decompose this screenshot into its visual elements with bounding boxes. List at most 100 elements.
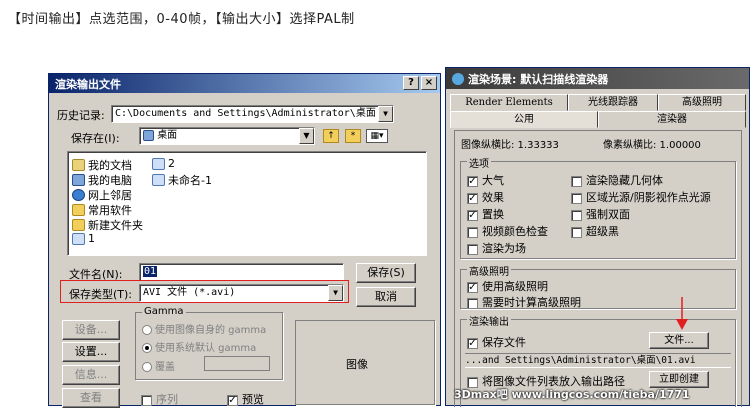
checkbox[interactable] [467,243,478,255]
filename-value: 01 [143,266,158,277]
preview-checkbox[interactable]: ✓ 预览 [227,391,264,407]
displacement-checkbox[interactable]: ✓ 置换 [467,206,504,222]
checkbox[interactable] [571,209,582,221]
checkbox[interactable] [141,394,152,406]
tab-raytracer[interactable]: 光线跟踪器 [568,94,658,111]
cancel-button[interactable]: 取消 [356,287,416,307]
folder-icon [72,219,85,231]
radio-button[interactable] [142,325,152,335]
tab-common[interactable]: 公用 [450,111,598,128]
documents-icon [72,159,85,171]
image-preview-area: 图像 [295,320,435,405]
file-list[interactable]: 我的文档 我的电脑 网上邻居 常用软件 新建文件夹 1 2 未命名-1 [67,151,427,256]
settings-panel: 图像纵横比: 1.33333 像素纵横比: 1.00000 选项 ✓ 大气 渲染隐… [454,130,742,407]
save-button[interactable]: 保存(S) [356,263,416,283]
gamma-override-input[interactable] [204,356,270,371]
file-dialog-titlebar: 渲染输出文件 ? × [49,74,440,93]
network-icon [72,189,85,201]
chevron-down-icon[interactable]: ▼ [299,128,314,144]
filetype-select[interactable]: AVI 文件 (*.avi) ▼ [139,284,344,302]
video-color-check-checkbox[interactable]: 视频颜色检查 [467,223,548,239]
super-black-checkbox[interactable]: 超级黑 [571,223,619,239]
pixel-aspect-readout: 像素纵横比: 1.00000 [603,140,701,151]
render-dialog-title: 渲染场景: 默认扫描线渲染器 [468,72,609,86]
atmosphere-checkbox[interactable]: ✓ 大气 [467,172,504,188]
info-button[interactable]: 信息... [62,365,120,385]
tab-render-elements[interactable]: Render Elements [450,94,568,111]
tabs-row-2: 公用 渲染器 [450,111,746,128]
gamma-group: Gamma 使用图像自身的 gamma 使用系统默认 gamma 覆盖 [135,306,283,380]
files-button[interactable]: 文件... [649,332,709,349]
render-to-fields-checkbox[interactable]: 渲染为场 [467,240,526,256]
options-group: 选项 ✓ 大气 渲染隐藏几何体 ✓ 效果 区域光源/阴影视作点光源 ✓ 置换 强制双面… [460,155,736,259]
list-item[interactable]: 2 [152,157,175,170]
render-hidden-geometry-checkbox[interactable]: 渲染隐藏几何体 [571,172,663,188]
checkbox[interactable]: ✓ [467,175,478,187]
list-item[interactable]: 未命名-1 [152,172,212,188]
list-item[interactable]: 1 [72,232,95,245]
tabs-row-1: Render Elements 光线跟踪器 高级照明 [450,94,746,111]
compute-advanced-lighting-checkbox[interactable]: 需要时计算高级照明 [467,294,581,310]
filename-input[interactable]: 01 [139,263,344,281]
checkbox[interactable]: ✓ [467,192,478,204]
gamma-system-option[interactable]: 使用系统默认 gamma [142,339,256,354]
new-folder-icon[interactable]: * [345,129,361,143]
checkbox[interactable]: ✓ [227,394,238,406]
save-in-label: 保存在(I): [71,132,120,145]
radio-button[interactable] [142,343,152,353]
history-label: 历史记录: [57,109,105,122]
chevron-down-icon[interactable]: ▼ [378,106,393,122]
view-button[interactable]: 查看 [62,388,120,408]
effects-checkbox[interactable]: ✓ 效果 [467,189,504,205]
tab-renderer[interactable]: 渲染器 [598,111,746,128]
filetype-label: 保存类型(T): [69,288,133,301]
close-button[interactable]: × [421,76,437,90]
checkbox[interactable]: ✓ [467,281,478,293]
image-label: 图像 [346,358,368,371]
red-arrow-annotation [676,297,688,330]
filetype-value: AVI 文件 (*.avi) [143,287,236,298]
devices-button[interactable]: 设备... [62,320,120,340]
advanced-lighting-title: 高级照明 [467,263,511,278]
render-output-file-dialog: 渲染输出文件 ? × 历史记录: C:\Documents and Settin… [48,73,441,408]
folder-icon [72,204,85,216]
setup-button[interactable]: 设置... [62,342,120,362]
file-dialog-title: 渲染输出文件 [55,77,121,91]
list-item[interactable]: 新建文件夹 [72,217,143,233]
checkbox[interactable] [467,226,478,238]
checkbox[interactable] [571,226,582,238]
sequence-checkbox[interactable]: 序列 [141,391,178,407]
list-item[interactable]: 常用软件 [72,202,132,218]
render-dialog-titlebar: 渲染场景: 默认扫描线渲染器 [446,68,749,89]
checkbox[interactable] [571,175,582,187]
checkbox[interactable] [467,297,478,309]
tab-advanced-lighting[interactable]: 高级照明 [658,94,746,111]
use-advanced-lighting-checkbox[interactable]: ✓ 使用高级照明 [467,278,548,294]
view-menu-icon[interactable]: ▦▾ [366,129,388,143]
save-in-combo[interactable]: 桌面 ▼ [139,127,315,145]
history-combo[interactable]: C:\Documents and Settings\Administrator\… [111,105,394,123]
render-output-title: 渲染输出 [467,313,511,328]
list-item[interactable]: 我的电脑 [72,172,132,188]
desktop-icon [143,129,154,141]
checkbox[interactable]: ✓ [467,337,478,349]
output-path-field: ...and Settings\Administrator\桌面\01.avi [465,353,731,368]
chevron-down-icon[interactable]: ▼ [328,285,343,301]
up-folder-icon[interactable]: ↑ [323,129,339,143]
gamma-own-option[interactable]: 使用图像自身的 gamma [142,321,266,336]
gamma-override-option[interactable]: 覆盖 [142,358,175,373]
advanced-lighting-group: 高级照明 ✓ 使用高级照明 需要时计算高级照明 [460,263,736,310]
instruction-caption: 【时间输出】点选范围，0-40帧，【输出大小】选择PAL制 [8,12,355,27]
save-file-checkbox[interactable]: ✓ 保存文件 [467,334,526,350]
force-2-sided-checkbox[interactable]: 强制双面 [571,206,630,222]
area-lights-checkbox[interactable]: 区域光源/阴影视作点光源 [571,189,711,205]
radio-button[interactable] [142,362,152,372]
help-button[interactable]: ? [403,76,419,90]
avi-file-icon [152,157,165,170]
list-item[interactable]: 我的文档 [72,157,132,173]
watermark-text: 3Dmax吧 www.lingcos.com/tieba/1771 [454,388,690,401]
checkbox[interactable] [571,192,582,204]
checkbox[interactable]: ✓ [467,209,478,221]
list-item[interactable]: 网上邻居 [72,187,132,203]
history-value: C:\Documents and Settings\Administrator\… [115,108,376,119]
